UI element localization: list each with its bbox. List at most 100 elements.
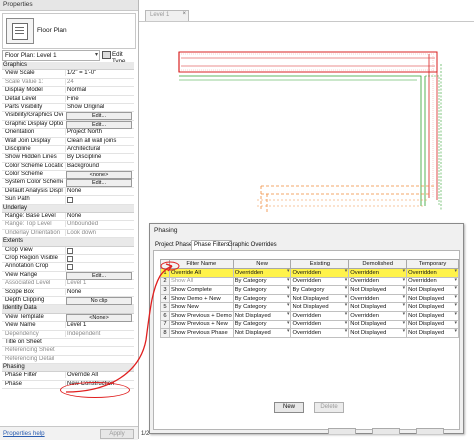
property-value[interactable]: Look down xyxy=(65,229,135,236)
property-row[interactable]: Visibility/Graphics Over...Edit... xyxy=(2,112,134,121)
property-row[interactable]: Color Scheme <none> xyxy=(2,171,134,180)
phase-status-dropdown[interactable]: Overridden xyxy=(290,276,350,287)
property-value[interactable]: Unbounded xyxy=(65,221,135,228)
property-edit-button[interactable]: <none> xyxy=(66,171,132,180)
property-value[interactable]: Background xyxy=(65,162,135,169)
help-button[interactable] xyxy=(416,428,444,434)
property-edit-button[interactable]: Edit... xyxy=(66,271,132,280)
filter-name-cell[interactable]: Show Previous + New xyxy=(168,319,234,330)
phase-status-dropdown[interactable]: Overridden xyxy=(290,328,350,338)
property-row[interactable]: Display Model Normal xyxy=(2,87,135,96)
table-row[interactable]: 6Show Previous + DemoNot DisplayedOverri… xyxy=(160,310,459,321)
phase-status-dropdown[interactable]: Not Displayed xyxy=(232,310,292,321)
property-row[interactable]: Color Scheme Location Background xyxy=(2,162,135,172)
phase-status-dropdown[interactable]: Not Displayed xyxy=(290,302,350,312)
table-row[interactable]: 8Show Previous PhaseNot DisplayedOverrid… xyxy=(160,328,459,338)
property-row[interactable]: Underlay Orientation Look down xyxy=(2,229,135,239)
phase-status-dropdown[interactable]: Not Displayed xyxy=(406,310,459,321)
property-row[interactable]: Orientation Project North xyxy=(2,129,135,138)
property-value[interactable]: By Discipline xyxy=(65,154,135,161)
filter-name-cell[interactable]: Override All xyxy=(168,268,234,278)
property-value[interactable]: None xyxy=(65,288,135,295)
apply-button[interactable]: Apply xyxy=(100,429,134,439)
delete-button[interactable]: Delete xyxy=(314,402,344,413)
table-row[interactable]: 2Show AllBy CategoryOverriddenOverridden… xyxy=(160,276,459,287)
property-row[interactable]: Discipline Architectural xyxy=(2,145,134,155)
property-row[interactable]: Annotation Crop xyxy=(2,263,134,273)
property-value[interactable]: None xyxy=(65,187,135,194)
filter-name-cell[interactable]: Show All xyxy=(168,276,234,287)
property-row[interactable]: Phase Filter Override All xyxy=(2,372,135,381)
edit-type-button[interactable]: Edit Type xyxy=(102,50,134,65)
group-header[interactable]: Graphics xyxy=(2,62,134,71)
property-row[interactable]: Range: Top Level Unbounded xyxy=(2,221,135,230)
group-header[interactable]: Extents xyxy=(2,238,134,247)
new-button[interactable]: New xyxy=(274,402,304,413)
phase-status-dropdown[interactable]: Not Displayed xyxy=(406,285,459,295)
phase-status-dropdown[interactable]: By Category xyxy=(290,285,350,295)
table-row[interactable]: 3Show CompleteBy CategoryBy CategoryNot … xyxy=(160,285,459,295)
instance-dropdown[interactable]: Floor Plan: Level 1 ▾ xyxy=(2,50,100,61)
phase-status-dropdown[interactable]: By Category xyxy=(232,293,292,304)
phase-status-dropdown[interactable]: Not Displayed xyxy=(232,328,292,338)
phase-status-dropdown[interactable]: Not Displayed xyxy=(290,293,350,304)
close-icon[interactable]: × xyxy=(182,11,186,17)
property-row[interactable]: Sun Path xyxy=(2,196,134,206)
property-edit-button[interactable]: Edit... xyxy=(66,179,132,188)
property-value[interactable]: Clean all wall joins xyxy=(65,137,135,144)
phase-status-dropdown[interactable]: Overridden xyxy=(348,276,408,287)
phase-status-dropdown[interactable]: Not Displayed xyxy=(348,328,408,338)
property-value[interactable]: Fine xyxy=(65,95,135,102)
phase-status-dropdown[interactable]: By Category xyxy=(232,319,292,330)
property-row[interactable]: Title on Sheet xyxy=(2,339,134,348)
phase-status-dropdown[interactable]: Not Displayed xyxy=(406,328,459,338)
table-row[interactable]: 4Show Demo + NewBy CategoryNot Displayed… xyxy=(160,293,459,304)
property-row[interactable]: System Color Schemes Edit... xyxy=(2,179,134,188)
filter-name-cell[interactable]: Show Previous Phase xyxy=(168,328,234,338)
property-edit-button[interactable]: Edit... xyxy=(66,112,132,121)
phase-status-dropdown[interactable]: By Category xyxy=(232,285,292,295)
group-header[interactable]: Phasing xyxy=(2,364,134,373)
property-row[interactable]: Graphic Display OptionsEdit... xyxy=(2,120,134,130)
phase-status-dropdown[interactable]: Overridden xyxy=(232,268,292,278)
property-value[interactable]: Normal xyxy=(65,87,135,94)
filter-name-cell[interactable]: Show New xyxy=(168,302,234,312)
filter-name-cell[interactable]: Show Demo + New xyxy=(168,293,234,304)
group-header[interactable]: Underlay xyxy=(2,204,134,214)
checkbox-box[interactable] xyxy=(67,197,73,204)
property-row[interactable]: Range: Base Level None xyxy=(2,213,134,222)
phase-status-dropdown[interactable]: Overridden xyxy=(406,276,459,287)
property-row[interactable]: Referencing Sheet xyxy=(2,347,134,356)
properties-help-link[interactable]: Properties help xyxy=(3,430,45,437)
phase-status-dropdown[interactable]: Not Displayed xyxy=(406,319,459,330)
phase-status-dropdown[interactable]: Not Displayed xyxy=(406,293,459,304)
phase-status-dropdown[interactable]: Not Displayed xyxy=(348,302,408,312)
group-header[interactable]: Identity Data xyxy=(2,305,134,314)
property-row[interactable]: Detail Level Fine xyxy=(2,95,135,104)
property-value[interactable]: 24 xyxy=(65,78,135,85)
phase-status-dropdown[interactable]: Not Displayed xyxy=(348,285,408,295)
property-row[interactable]: Show Hidden Lines By Discipline xyxy=(2,154,135,163)
ok-button[interactable] xyxy=(328,428,356,434)
property-row[interactable]: Referencing Detail xyxy=(2,356,134,365)
property-value[interactable]: Independent xyxy=(65,330,135,337)
checkbox-box[interactable] xyxy=(67,264,73,271)
property-row[interactable]: Crop Region Visible xyxy=(2,254,134,264)
property-value[interactable]: Level 1 xyxy=(65,322,135,329)
phase-status-dropdown[interactable]: Overridden xyxy=(290,268,350,278)
property-row[interactable]: View Name Level 1 xyxy=(2,322,135,331)
property-edit-button[interactable]: No clip xyxy=(66,296,132,305)
property-value[interactable]: Show Original xyxy=(65,103,135,110)
property-value[interactable]: Override All xyxy=(65,372,135,379)
property-row[interactable]: Dependency Independent xyxy=(2,330,135,339)
property-value[interactable]: Project North xyxy=(65,129,135,136)
checkbox-box[interactable] xyxy=(67,255,73,262)
property-value[interactable]: Level 1 xyxy=(65,280,135,287)
property-row[interactable]: View Range Edit... xyxy=(2,271,134,281)
phase-status-dropdown[interactable]: By Category xyxy=(232,302,292,312)
property-row[interactable]: Scale Value 1: 24 xyxy=(2,78,135,88)
property-row[interactable]: Scope Box None xyxy=(2,288,135,297)
phase-status-dropdown[interactable]: Overridden xyxy=(348,268,408,278)
phase-status-dropdown[interactable]: Not Displayed xyxy=(348,319,408,330)
property-row[interactable]: Crop View xyxy=(2,246,134,256)
